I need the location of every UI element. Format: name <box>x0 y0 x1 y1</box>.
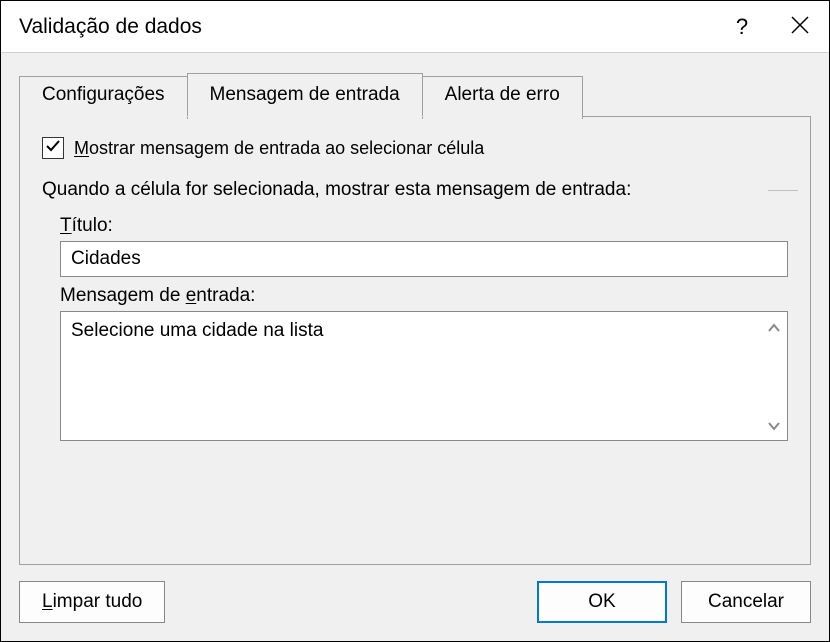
ok-button[interactable]: OK <box>537 581 667 623</box>
message-textarea[interactable]: Selecione uma cidade na lista <box>61 312 761 440</box>
message-textarea-wrap: Selecione uma cidade na lista <box>60 311 788 441</box>
close-icon <box>791 14 809 40</box>
clear-all-button[interactable]: Limpar tudo <box>19 581 165 623</box>
help-button[interactable]: ? <box>713 1 771 53</box>
cancel-button[interactable]: Cancelar <box>681 581 811 623</box>
chevron-up-icon <box>767 317 781 338</box>
scroll-down-button[interactable] <box>763 414 785 436</box>
tab-input-message[interactable]: Mensagem de entrada <box>187 73 423 117</box>
chevron-down-icon <box>767 415 781 436</box>
data-validation-dialog: Validação de dados ? Configurações Mensa… <box>0 0 830 642</box>
close-button[interactable] <box>771 1 829 53</box>
message-field-group: Mensagem de entrada: Selecione uma cidad… <box>60 285 788 441</box>
show-message-checkbox-row: Mostrar mensagem de entrada ao seleciona… <box>42 137 788 159</box>
titlebar: Validação de dados ? <box>1 1 829 53</box>
show-message-checkbox[interactable] <box>42 137 64 159</box>
title-field-group: Título: <box>60 215 788 277</box>
button-spacer <box>179 581 523 623</box>
title-input[interactable] <box>60 241 788 277</box>
checkmark-icon <box>45 138 61 159</box>
scroll-up-button[interactable] <box>763 316 785 338</box>
dialog-title: Validação de dados <box>19 15 713 39</box>
dialog-content: Configurações Mensagem de entrada Alerta… <box>1 53 829 565</box>
tab-settings[interactable]: Configurações <box>19 76 188 119</box>
fieldset-description: Quando a célula for selecionada, mostrar… <box>42 179 788 201</box>
textarea-scrollbar <box>761 312 787 440</box>
tab-strip: Configurações Mensagem de entrada Alerta… <box>19 73 811 116</box>
show-message-label: Mostrar mensagem de entrada ao seleciona… <box>74 138 484 159</box>
title-label: Título: <box>60 215 788 237</box>
dialog-button-row: Limpar tudo OK Cancelar <box>1 565 829 641</box>
message-label: Mensagem de entrada: <box>60 285 788 307</box>
tab-error-alert[interactable]: Alerta de erro <box>422 76 583 119</box>
tab-panel-input-message: Mostrar mensagem de entrada ao seleciona… <box>19 116 811 565</box>
help-icon: ? <box>736 14 748 40</box>
